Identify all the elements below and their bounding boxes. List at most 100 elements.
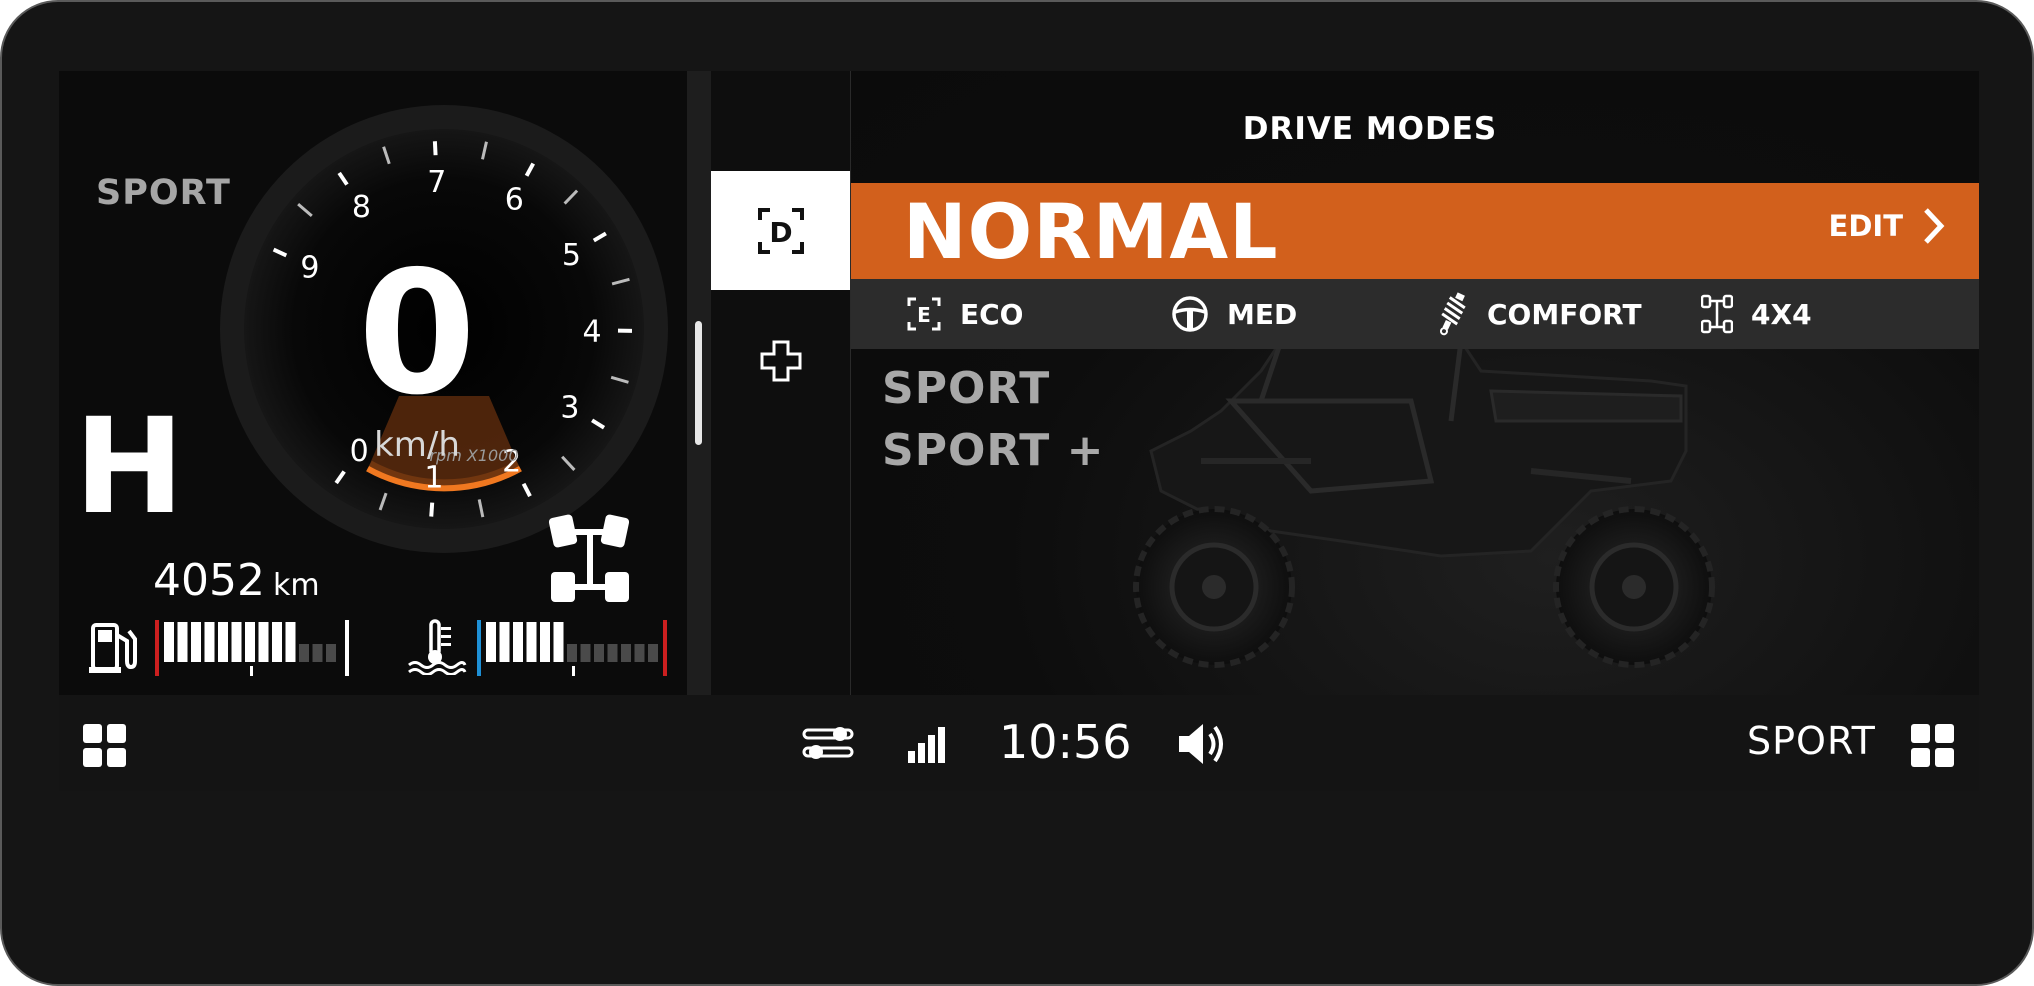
tach-tick-label: 5 [562, 238, 581, 273]
gauge-segment-off [634, 644, 645, 662]
mode-list: SPORT SPORT + [882, 358, 1104, 482]
4x4-drivetrain-icon [548, 514, 630, 602]
temperature-gauge [477, 620, 667, 676]
fuel-full-marker [345, 620, 349, 676]
temperature-segments [486, 622, 658, 662]
tach-tick [432, 141, 438, 156]
tach-tick-label: 4 [582, 314, 601, 349]
instrument-cluster: SPORT H 0123456789 rpm X1000 0 km/h 4052… [59, 71, 687, 695]
gauge-segment-lit [499, 622, 510, 662]
apps-grid-icon[interactable] [1911, 724, 1955, 768]
display-bezel: SPORT H 0123456789 rpm X1000 0 km/h 4052… [0, 0, 2034, 986]
gauge-segment-off [621, 644, 631, 662]
gauge-segment-lit [272, 622, 282, 662]
speed-readout: 0 km/h [327, 249, 507, 465]
selected-mode-bar[interactable]: NORMAL EDIT [851, 183, 1979, 279]
eco-icon: E [907, 297, 941, 331]
gauge-segment-off [580, 644, 591, 662]
tach-tick-label: 1 [424, 461, 443, 496]
steering-wheel-icon [1172, 296, 1208, 332]
drive-modes-panel: DRIVE MODES NORMAL EDIT E ECO MED COMFOR… [851, 71, 1979, 695]
temp-half-tick [572, 666, 575, 676]
panel-title: DRIVE MODES [1242, 111, 1498, 147]
speed-value: 0 [357, 235, 477, 433]
odometer-value: 4052 [153, 555, 265, 606]
tach-tick-label: 9 [300, 250, 319, 285]
settings-sliders-icon[interactable] [802, 725, 854, 761]
gauge-segment-lit [513, 622, 523, 662]
odometer: 4052 km [153, 555, 320, 606]
temp-hot-marker [663, 620, 667, 676]
param-suspension-label: COMFORT [1487, 297, 1642, 331]
gear-indicator: H [74, 390, 185, 544]
fuel-pump-icon [89, 623, 137, 673]
vertical-scrollbar[interactable] [687, 71, 711, 695]
status-bar: 10:56 SPORT [59, 695, 1979, 791]
selected-mode-name: NORMAL [903, 187, 1279, 276]
gauge-segment-lit [540, 622, 550, 662]
gauge-segment-lit [285, 622, 296, 662]
svg-text:E: E [917, 303, 931, 327]
gauge-segment-lit [245, 622, 255, 662]
signal-icon [908, 727, 945, 763]
tach-tick [429, 502, 435, 517]
volume-icon[interactable] [1177, 721, 1229, 767]
gauge-segment-off [607, 644, 618, 662]
param-suspension: COMFORT [1435, 279, 1642, 349]
4x4-icon [1701, 294, 1733, 334]
gauge-segment-lit [553, 622, 564, 662]
param-steering: MED [1171, 279, 1297, 349]
drive-mode-icon: D [757, 207, 804, 254]
fuel-gauge [155, 620, 349, 676]
edit-button[interactable]: EDIT [1829, 207, 1945, 245]
fuel-segments [164, 622, 336, 662]
param-drivetrain-label: 4X4 [1751, 297, 1812, 331]
fuel-low-marker [155, 620, 159, 676]
plus-icon [760, 340, 801, 382]
fuel-half-tick [250, 666, 253, 676]
scrollbar-thumb[interactable] [695, 321, 702, 445]
gauge-segment-off [299, 644, 309, 662]
param-eco-label: ECO [960, 297, 1024, 331]
tab-column: D [711, 71, 851, 695]
clock: 10:56 [999, 715, 1132, 769]
param-drivetrain: 4X4 [1701, 279, 1812, 349]
gauge-segment-lit [486, 622, 496, 662]
mode-option-sport-plus[interactable]: SPORT + [882, 420, 1104, 482]
temp-cold-marker [477, 620, 481, 676]
drive-mode-indicator: SPORT [96, 173, 231, 213]
screen: SPORT H 0123456789 rpm X1000 0 km/h 4052… [59, 71, 1979, 791]
drive-mode-glyph: D [769, 216, 792, 249]
gauge-segment-lit [526, 622, 537, 662]
gauge-segment-off [567, 644, 577, 662]
apps-grid-icon[interactable] [83, 724, 127, 768]
gauge-segment-lit [164, 622, 174, 662]
gauge-segment-off [326, 644, 336, 662]
tab-add[interactable] [711, 331, 850, 391]
tach-tick-label: 6 [505, 183, 524, 218]
odometer-unit: km [272, 568, 320, 603]
gauge-segment-off [648, 644, 658, 662]
mode-option-sport[interactable]: SPORT [882, 358, 1104, 420]
chevron-right-icon [1924, 208, 1945, 244]
tab-drive-modes[interactable]: D [711, 171, 850, 290]
mode-parameters: E ECO MED COMFORT 4X4 [851, 279, 1979, 349]
param-eco: E ECO [906, 279, 1023, 349]
vehicle-image [1133, 341, 1715, 668]
gauge-segment-lit [191, 622, 201, 662]
status-mode-label: SPORT [1747, 719, 1876, 763]
gauge-segment-lit [218, 622, 228, 662]
gauge-segment-lit [258, 622, 269, 662]
tach-tick-label: 3 [560, 391, 579, 426]
gauge-segment-lit [204, 622, 215, 662]
param-steering-label: MED [1227, 297, 1298, 331]
edit-label: EDIT [1828, 209, 1903, 243]
gauge-segment-lit [231, 622, 242, 662]
coolant-temperature-icon [408, 619, 467, 675]
suspension-shock-icon [1439, 292, 1466, 336]
gauge-segment-off [312, 644, 323, 662]
gauge-segment-lit [177, 622, 188, 662]
speed-unit: km/h [374, 425, 460, 465]
gauge-segment-off [594, 644, 604, 662]
tach-tick-label: 7 [427, 165, 446, 200]
